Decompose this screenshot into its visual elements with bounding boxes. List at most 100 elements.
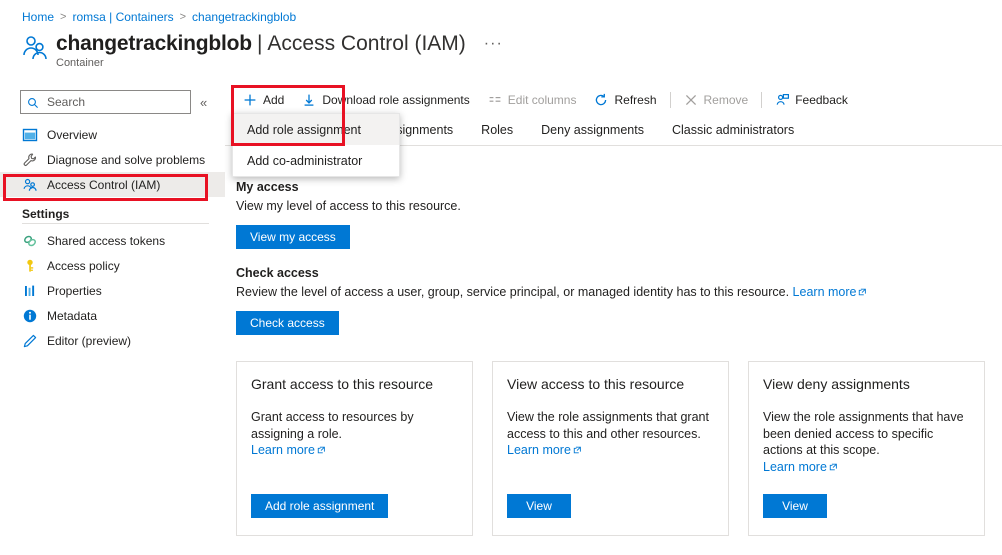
card-learn-more-link[interactable]: Learn more bbox=[251, 443, 326, 457]
info-cards: Grant access to this resource Grant acce… bbox=[236, 361, 985, 536]
command-toolbar: Add Download role assignments bbox=[225, 86, 1002, 114]
breadcrumb-item-home[interactable]: Home bbox=[22, 10, 54, 24]
learn-more-label: Learn more bbox=[507, 443, 571, 457]
check-access-learn-more-link[interactable]: Learn more bbox=[793, 285, 868, 299]
refresh-button[interactable]: Refresh bbox=[585, 87, 665, 113]
sidebar-item-access-control-iam[interactable]: Access Control (IAM) bbox=[0, 172, 225, 197]
overview-icon bbox=[22, 127, 38, 143]
learn-more-label: Learn more bbox=[793, 285, 857, 299]
card-action-wrap: Add role assignment bbox=[251, 494, 388, 518]
pencil-icon bbox=[22, 333, 38, 349]
feedback-person-icon bbox=[775, 93, 789, 107]
card-body: View the role assignments that grant acc… bbox=[507, 409, 714, 459]
sidebar: « Overview Diagnos bbox=[0, 86, 225, 555]
check-access-description-text: Review the level of access a user, group… bbox=[236, 285, 789, 299]
tab-label: Roles bbox=[481, 123, 513, 137]
access-control-people-icon bbox=[22, 177, 38, 193]
view-deny-assignments-card: View deny assignments View the role assi… bbox=[748, 361, 985, 536]
view-access-card-button[interactable]: View bbox=[507, 494, 571, 518]
check-access-heading: Check access bbox=[236, 266, 867, 280]
sidebar-divider bbox=[22, 223, 209, 224]
view-access-card: View access to this resource View the ro… bbox=[492, 361, 729, 536]
tab-classic-administrators[interactable]: Classic administrators bbox=[658, 114, 808, 145]
add-role-assignment-card-button[interactable]: Add role assignment bbox=[251, 494, 388, 518]
search-input[interactable] bbox=[45, 94, 184, 110]
access-control-people-icon bbox=[20, 32, 50, 66]
view-deny-assignments-card-button[interactable]: View bbox=[763, 494, 827, 518]
menu-item-add-co-administrator[interactable]: Add co-administrator bbox=[233, 145, 399, 176]
title-separator: | bbox=[257, 32, 262, 56]
edit-columns-label: Edit columns bbox=[508, 93, 577, 107]
breadcrumb-separator: > bbox=[60, 11, 66, 23]
add-dropdown-menu: Add role assignment Add co-administrator bbox=[232, 113, 400, 177]
more-options-button[interactable]: ··· bbox=[484, 35, 503, 53]
add-button[interactable]: Add bbox=[234, 87, 293, 113]
sidebar-item-label: Diagnose and solve problems bbox=[47, 153, 205, 167]
search-box[interactable] bbox=[20, 90, 191, 114]
sidebar-item-properties[interactable]: Properties bbox=[0, 278, 225, 303]
sidebar-item-label: Editor (preview) bbox=[47, 334, 131, 348]
sidebar-item-diagnose-and-solve-problems[interactable]: Diagnose and solve problems bbox=[0, 147, 225, 172]
external-link-icon bbox=[858, 288, 867, 297]
check-access-button[interactable]: Check access bbox=[236, 311, 339, 335]
sidebar-group-settings: Settings bbox=[0, 207, 225, 221]
breadcrumb-item-containers[interactable]: romsa | Containers bbox=[72, 10, 173, 24]
download-role-assignments-button[interactable]: Download role assignments bbox=[293, 87, 478, 113]
sidebar-item-access-policy[interactable]: Access policy bbox=[0, 253, 225, 278]
edit-columns-button: Edit columns bbox=[479, 87, 586, 113]
tab-roles[interactable]: Roles bbox=[467, 114, 527, 145]
card-body-text: View the role assignments that have been… bbox=[763, 410, 964, 457]
collapse-sidebar-icon[interactable]: « bbox=[200, 96, 207, 109]
card-title: View deny assignments bbox=[763, 376, 970, 392]
refresh-icon bbox=[594, 93, 608, 107]
sidebar-item-label: Access policy bbox=[47, 259, 120, 273]
add-button-label: Add bbox=[263, 93, 284, 107]
external-link-icon bbox=[317, 446, 326, 455]
menu-item-label: Add co-administrator bbox=[247, 154, 362, 168]
page-title: changetrackingblob bbox=[56, 32, 252, 56]
search-icon bbox=[27, 96, 39, 108]
plus-icon bbox=[243, 93, 257, 107]
download-icon bbox=[302, 93, 316, 107]
key-icon bbox=[22, 258, 38, 274]
feedback-button[interactable]: Feedback bbox=[766, 87, 857, 113]
toolbar-divider bbox=[670, 92, 671, 108]
tab-label: Deny assignments bbox=[541, 123, 644, 137]
toolbar-divider bbox=[761, 92, 762, 108]
wrench-icon bbox=[22, 152, 38, 168]
properties-bars-icon bbox=[22, 283, 38, 299]
sidebar-search-row: « bbox=[20, 90, 225, 114]
breadcrumb-item-current[interactable]: changetrackingblob bbox=[192, 10, 296, 24]
card-action-wrap: View bbox=[507, 494, 571, 518]
menu-item-add-role-assignment[interactable]: Add role assignment bbox=[233, 114, 399, 145]
sidebar-item-label: Overview bbox=[47, 128, 97, 142]
refresh-label: Refresh bbox=[614, 93, 656, 107]
sidebar-item-overview[interactable]: Overview bbox=[0, 122, 225, 147]
external-link-icon bbox=[573, 446, 582, 455]
info-circle-icon bbox=[22, 308, 38, 324]
card-body-text: View the role assignments that grant acc… bbox=[507, 410, 709, 441]
card-title: View access to this resource bbox=[507, 376, 714, 392]
external-link-icon bbox=[829, 463, 838, 472]
card-title: Grant access to this resource bbox=[251, 376, 458, 392]
learn-more-label: Learn more bbox=[763, 460, 827, 474]
card-action-wrap: View bbox=[763, 494, 827, 518]
close-x-icon bbox=[684, 93, 698, 107]
card-learn-more-link[interactable]: Learn more bbox=[507, 443, 582, 457]
view-my-access-button[interactable]: View my access bbox=[236, 225, 350, 249]
sidebar-item-metadata[interactable]: Metadata bbox=[0, 303, 225, 328]
remove-label: Remove bbox=[704, 93, 749, 107]
sidebar-item-label: Access Control (IAM) bbox=[47, 178, 160, 192]
my-access-heading: My access bbox=[236, 180, 461, 194]
sidebar-item-label: Metadata bbox=[47, 309, 97, 323]
grant-access-card: Grant access to this resource Grant acce… bbox=[236, 361, 473, 536]
tab-deny-assignments[interactable]: Deny assignments bbox=[527, 114, 658, 145]
link-chain-icon bbox=[22, 233, 38, 249]
card-body: Grant access to resources by assigning a… bbox=[251, 409, 458, 459]
sidebar-item-editor-preview[interactable]: Editor (preview) bbox=[0, 328, 225, 353]
my-access-section: My access View my level of access to thi… bbox=[236, 180, 461, 249]
card-learn-more-link[interactable]: Learn more bbox=[763, 460, 838, 474]
tab-label: Classic administrators bbox=[672, 123, 794, 137]
sidebar-item-shared-access-tokens[interactable]: Shared access tokens bbox=[0, 228, 225, 253]
feedback-label: Feedback bbox=[795, 93, 848, 107]
